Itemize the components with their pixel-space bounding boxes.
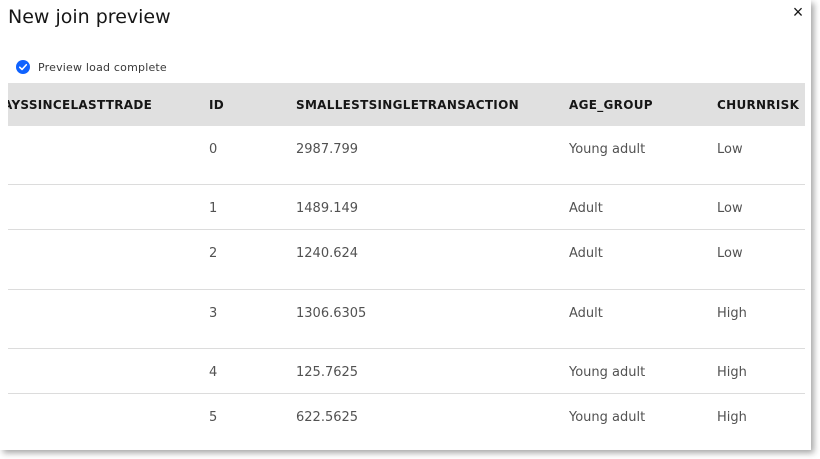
cell-age-group: Adult bbox=[569, 201, 603, 216]
cell-churnrisk: High bbox=[717, 410, 747, 425]
column-header-id[interactable]: ID bbox=[209, 98, 224, 112]
table-row: 4 125.7625 Young adult High bbox=[8, 349, 805, 394]
cell-churnrisk: Low bbox=[717, 246, 743, 261]
cell-churnrisk: Low bbox=[717, 201, 743, 216]
cell-smallestsingletransaction: 1489.149 bbox=[296, 201, 359, 216]
cell-id: 2 bbox=[209, 246, 218, 261]
column-header-age-group[interactable]: AGE_GROUP bbox=[569, 98, 653, 112]
cell-id: 4 bbox=[209, 365, 218, 380]
close-icon: × bbox=[792, 2, 804, 22]
cell-id: 3 bbox=[209, 306, 218, 321]
column-header-churnrisk[interactable]: CHURNRISK bbox=[717, 98, 799, 112]
column-header-smallestsingletransaction[interactable]: SMALLESTSINGLETRANSACTION bbox=[296, 98, 519, 112]
cell-smallestsingletransaction: 1240.624 bbox=[296, 246, 359, 261]
table-header-row: AYSSINCELASTTRADE ID SMALLESTSINGLETRANS… bbox=[8, 83, 805, 126]
checkmark-filled-icon bbox=[16, 60, 30, 74]
status-notification: Preview load complete bbox=[16, 59, 167, 75]
cell-id: 1 bbox=[209, 201, 218, 216]
cell-age-group: Young adult bbox=[569, 365, 646, 380]
cell-churnrisk: Low bbox=[717, 142, 743, 157]
cell-churnrisk: High bbox=[717, 306, 747, 321]
column-header-dayssincelasttrade[interactable]: AYSSINCELASTTRADE bbox=[8, 98, 152, 112]
table-row: 1 1489.149 Adult Low bbox=[8, 185, 805, 230]
table-row: 2 1240.624 Adult Low bbox=[8, 230, 805, 290]
cell-smallestsingletransaction: 622.5625 bbox=[296, 410, 359, 425]
table-row: 3 1306.6305 Adult High bbox=[8, 290, 805, 349]
preview-table[interactable]: AYSSINCELASTTRADE ID SMALLESTSINGLETRANS… bbox=[8, 83, 805, 450]
status-text: Preview load complete bbox=[38, 60, 167, 74]
cell-smallestsingletransaction: 125.7625 bbox=[296, 365, 359, 380]
close-button[interactable]: × bbox=[788, 2, 808, 22]
join-preview-modal: New join preview × Preview load complete… bbox=[0, 0, 811, 450]
cell-smallestsingletransaction: 2987.799 bbox=[296, 142, 359, 157]
cell-age-group: Young adult bbox=[569, 410, 646, 425]
cell-id: 5 bbox=[209, 410, 218, 425]
cell-smallestsingletransaction: 1306.6305 bbox=[296, 306, 367, 321]
cell-id: 0 bbox=[209, 142, 218, 157]
cell-age-group: Adult bbox=[569, 306, 603, 321]
table-row: 5 622.5625 Young adult High bbox=[8, 394, 805, 450]
table-row: 0 2987.799 Young adult Low bbox=[8, 126, 805, 185]
cell-churnrisk: High bbox=[717, 365, 747, 380]
cell-age-group: Young adult bbox=[569, 142, 646, 157]
modal-title: New join preview bbox=[8, 6, 171, 28]
cell-age-group: Adult bbox=[569, 246, 603, 261]
